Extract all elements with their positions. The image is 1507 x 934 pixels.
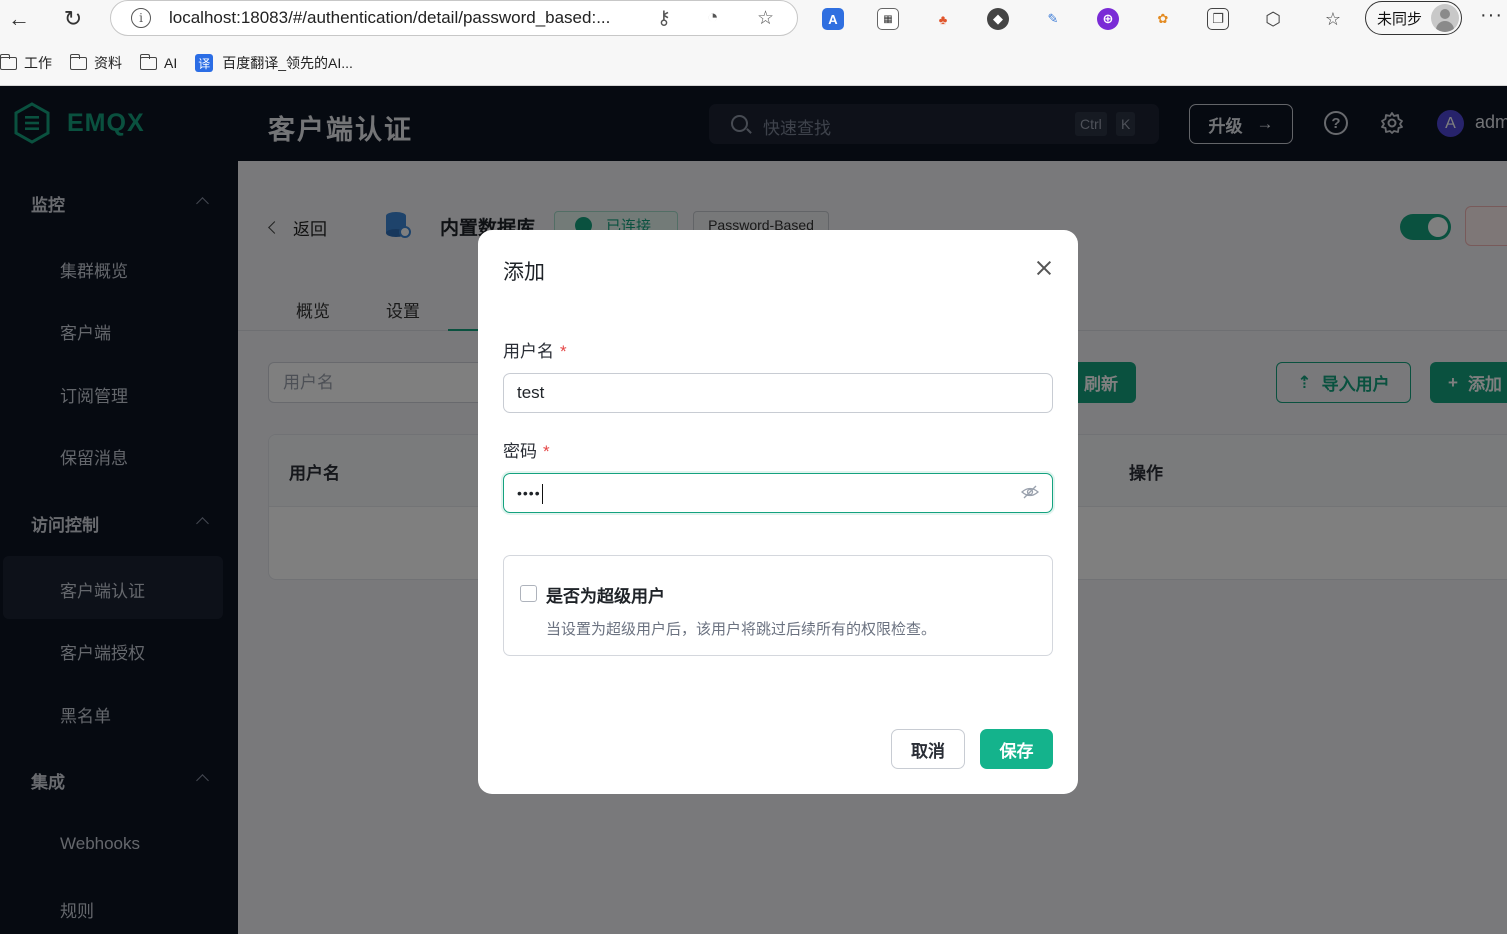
sync-label: 未同步 [1377, 10, 1423, 28]
extension-shield-icon[interactable]: ◆ [987, 8, 1009, 30]
extension-puzzle-color-icon[interactable]: ✿ [1152, 8, 1174, 30]
site-info-icon[interactable]: i [131, 8, 151, 28]
extension-qrcode-icon[interactable]: ▦ [877, 8, 899, 30]
reload-icon[interactable]: ↻ [58, 4, 88, 34]
folder-icon [139, 53, 157, 70]
extension-hierarchy-icon[interactable]: ♣ [932, 8, 954, 30]
edge-icon[interactable]: ◔ [707, 7, 718, 29]
browser-toolbar: ← ↻ i localhost:18083/#/authentication/d… [0, 0, 1507, 38]
collections-icon[interactable]: ❐ [1207, 8, 1229, 30]
bookmarks-bar: 工作 资料 AI 译百度翻译_领先的AI... [0, 48, 371, 78]
superuser-description: 当设置为超级用户后，该用户将跳过后续所有的权限检查。 [546, 621, 937, 638]
text-caret [541, 483, 544, 504]
key-icon[interactable]: ⚷ [657, 7, 671, 30]
favorite-star-icon[interactable]: ☆ [757, 7, 774, 30]
favorites-icon[interactable]: ☆ [1322, 8, 1344, 30]
back-arrow-icon[interactable]: ← [4, 4, 34, 34]
translate-icon: 译 [195, 54, 214, 72]
extensions-icon[interactable]: ⬡ [1262, 8, 1284, 30]
close-icon[interactable] [1034, 258, 1054, 278]
extension-translate-icon[interactable]: A [822, 8, 844, 30]
bookmark-folder-work[interactable]: 工作 [0, 53, 52, 73]
username-field[interactable]: test [503, 373, 1053, 413]
superuser-option: 是否为超级用户 当设置为超级用户后，该用户将跳过后续所有的权限检查。 [503, 555, 1053, 656]
folder-icon [69, 53, 87, 70]
cancel-button[interactable]: 取消 [891, 729, 965, 769]
folder-icon [0, 53, 17, 70]
more-menu-icon[interactable]: ··· [1480, 4, 1503, 27]
save-button[interactable]: 保存 [980, 729, 1053, 769]
password-field[interactable]: •••• [503, 473, 1053, 513]
profile-sync-button[interactable]: 未同步 [1365, 1, 1462, 35]
password-label: 密码 * [503, 442, 550, 461]
url-text: localhost:18083/#/authentication/detail/… [169, 8, 611, 27]
browser-chrome: ← ↻ i localhost:18083/#/authentication/d… [0, 0, 1507, 86]
add-user-dialog: 添加 用户名 * test 密码 * •••• 是否为超级用户 当设置为超级用户后，… [478, 230, 1078, 794]
bookmark-baidu-translate[interactable]: 译百度翻译_领先的AI... [195, 53, 353, 73]
required-mark: * [543, 442, 550, 461]
extension-code-icon[interactable]: ⊕ [1097, 8, 1119, 30]
bookmark-folder-resources[interactable]: 资料 [69, 53, 122, 73]
eye-hidden-icon[interactable] [1021, 485, 1039, 499]
bookmark-folder-ai[interactable]: AI [139, 53, 177, 71]
profile-avatar-icon [1431, 4, 1459, 32]
username-label: 用户名 * [503, 342, 567, 361]
address-bar[interactable]: i localhost:18083/#/authentication/detai… [110, 0, 798, 36]
extension-wand-icon[interactable]: ✎ [1042, 8, 1064, 30]
superuser-checkbox[interactable] [520, 585, 537, 602]
dialog-title: 添加 [503, 261, 545, 284]
superuser-label[interactable]: 是否为超级用户 [546, 582, 665, 607]
required-mark: * [560, 342, 567, 361]
